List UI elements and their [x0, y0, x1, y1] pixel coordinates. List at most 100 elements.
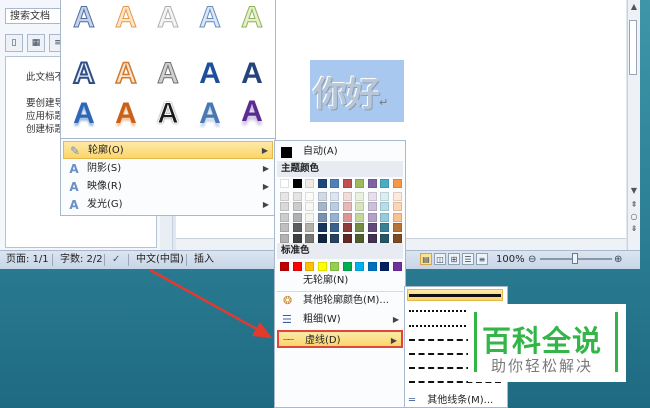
print-layout-icon[interactable]: ▤: [420, 253, 432, 265]
draft-view-icon[interactable]: ≡: [476, 253, 488, 265]
theme-color-swatch[interactable]: [305, 202, 314, 211]
theme-color-swatch[interactable]: [305, 191, 314, 201]
zoom-slider-thumb[interactable]: [572, 253, 578, 264]
theme-color-swatch[interactable]: [367, 212, 377, 222]
wordart-style-swatch[interactable]: A: [66, 0, 102, 36]
standard-color-swatch[interactable]: [392, 262, 402, 271]
wordart-style-swatch[interactable]: A: [150, 96, 186, 132]
theme-color-swatch[interactable]: [392, 191, 402, 201]
theme-color-swatch[interactable]: [280, 223, 289, 232]
prev-page-icon[interactable]: ⇞: [629, 200, 639, 210]
theme-color-swatch[interactable]: [380, 223, 389, 232]
theme-color-swatch[interactable]: [392, 202, 402, 211]
menu-item-shadow[interactable]: A 阴影(S) ▶: [63, 160, 273, 178]
theme-color-swatch[interactable]: [355, 233, 364, 243]
theme-color-swatch[interactable]: [280, 179, 289, 188]
tab-headings-icon[interactable]: ▯: [5, 34, 23, 52]
theme-color-swatch[interactable]: [280, 233, 289, 243]
theme-color-swatch[interactable]: [367, 179, 377, 188]
theme-color-swatch[interactable]: [317, 223, 327, 232]
theme-color-swatch[interactable]: [280, 212, 289, 222]
language-indicator[interactable]: 中文(中国): [136, 251, 184, 269]
auto-color-item[interactable]: 自动(A): [277, 143, 403, 161]
theme-color-swatch[interactable]: [367, 191, 377, 201]
theme-color-swatch[interactable]: [367, 223, 377, 232]
full-screen-reading-icon[interactable]: ◫: [434, 253, 446, 265]
page-count[interactable]: 页面: 1/1: [6, 251, 49, 269]
theme-color-swatch[interactable]: [342, 179, 352, 188]
theme-color-swatch[interactable]: [380, 202, 389, 211]
theme-color-swatch[interactable]: [355, 202, 364, 211]
wordart-text[interactable]: 你好↵: [313, 67, 388, 116]
theme-color-swatch[interactable]: [330, 212, 339, 222]
theme-color-swatch[interactable]: [317, 233, 327, 243]
theme-color-swatch[interactable]: [317, 191, 327, 201]
theme-color-swatch[interactable]: [380, 191, 389, 201]
theme-color-swatch[interactable]: [330, 233, 339, 243]
theme-color-swatch[interactable]: [380, 212, 389, 222]
theme-color-swatch[interactable]: [317, 179, 327, 188]
standard-color-swatch[interactable]: [330, 262, 339, 271]
wordart-style-swatch[interactable]: A: [108, 0, 144, 36]
word-count[interactable]: 字数: 2/2: [60, 251, 103, 269]
theme-color-swatch[interactable]: [292, 179, 302, 188]
zoom-in-icon[interactable]: ⊕: [614, 251, 622, 269]
wordart-style-swatch[interactable]: A: [192, 56, 228, 92]
standard-color-swatch[interactable]: [292, 262, 302, 271]
tab-pages-icon[interactable]: ▦: [27, 34, 45, 52]
wordart-style-swatch[interactable]: A: [108, 96, 144, 132]
wordart-style-swatch[interactable]: A: [192, 96, 228, 132]
menu-item-outline[interactable]: ✎ 轮廓(O) ▶: [63, 141, 273, 159]
wordart-style-swatch[interactable]: A: [234, 0, 270, 36]
weight-item[interactable]: ☰ 粗细(W) ▶: [277, 311, 403, 329]
theme-color-swatch[interactable]: [342, 202, 352, 211]
wordart-style-swatch[interactable]: A: [150, 0, 186, 36]
theme-color-swatch[interactable]: [367, 233, 377, 243]
theme-color-swatch[interactable]: [355, 223, 364, 232]
scroll-up-icon[interactable]: ▲: [629, 2, 639, 12]
theme-color-swatch[interactable]: [392, 179, 402, 188]
theme-color-swatch[interactable]: [330, 179, 339, 188]
theme-color-swatch[interactable]: [392, 233, 402, 243]
theme-color-swatch[interactable]: [305, 212, 314, 222]
theme-color-swatch[interactable]: [317, 202, 327, 211]
theme-color-swatch[interactable]: [355, 191, 364, 201]
proofing-icon[interactable]: ✓: [112, 251, 120, 269]
standard-color-swatch[interactable]: [305, 262, 314, 271]
theme-color-swatch[interactable]: [292, 233, 302, 243]
theme-color-swatch[interactable]: [292, 212, 302, 222]
theme-color-swatch[interactable]: [292, 223, 302, 232]
zoom-level[interactable]: 100%: [496, 251, 525, 269]
wordart-style-swatch[interactable]: A: [234, 94, 270, 130]
wordart-style-swatch[interactable]: A: [150, 56, 186, 92]
wordart-style-swatch[interactable]: A: [192, 0, 228, 36]
zoom-out-icon[interactable]: ⊖: [528, 251, 536, 269]
standard-color-swatch[interactable]: [342, 262, 352, 271]
theme-color-swatch[interactable]: [380, 233, 389, 243]
theme-color-swatch[interactable]: [292, 191, 302, 201]
wordart-style-swatch[interactable]: A: [108, 56, 144, 92]
standard-color-swatch[interactable]: [317, 262, 327, 271]
theme-color-swatch[interactable]: [280, 202, 289, 211]
theme-color-swatch[interactable]: [330, 191, 339, 201]
web-layout-icon[interactable]: ⊞: [448, 253, 460, 265]
theme-color-swatch[interactable]: [342, 233, 352, 243]
standard-color-swatch[interactable]: [380, 262, 389, 271]
more-lines-item[interactable]: ═ 其他线条(M)...: [409, 391, 493, 406]
wordart-style-swatch[interactable]: A: [66, 96, 102, 132]
no-outline-item[interactable]: 无轮廓(N): [277, 272, 403, 290]
theme-color-swatch[interactable]: [280, 191, 289, 201]
insert-mode-indicator[interactable]: 插入: [194, 251, 214, 269]
standard-color-swatch[interactable]: [280, 262, 289, 271]
dashes-item[interactable]: ┄┄ 虚线(D) ▶: [277, 330, 403, 348]
theme-color-swatch[interactable]: [330, 202, 339, 211]
theme-color-swatch[interactable]: [342, 212, 352, 222]
theme-color-swatch[interactable]: [342, 223, 352, 232]
theme-color-swatch[interactable]: [355, 212, 364, 222]
outline-view-icon[interactable]: ☰: [462, 253, 474, 265]
wordart-style-swatch[interactable]: A: [234, 56, 270, 92]
theme-color-swatch[interactable]: [330, 223, 339, 232]
theme-color-swatch[interactable]: [305, 233, 314, 243]
theme-color-swatch[interactable]: [392, 223, 402, 232]
more-outline-colors-item[interactable]: ❂ 其他轮廓颜色(M)...: [277, 292, 403, 310]
